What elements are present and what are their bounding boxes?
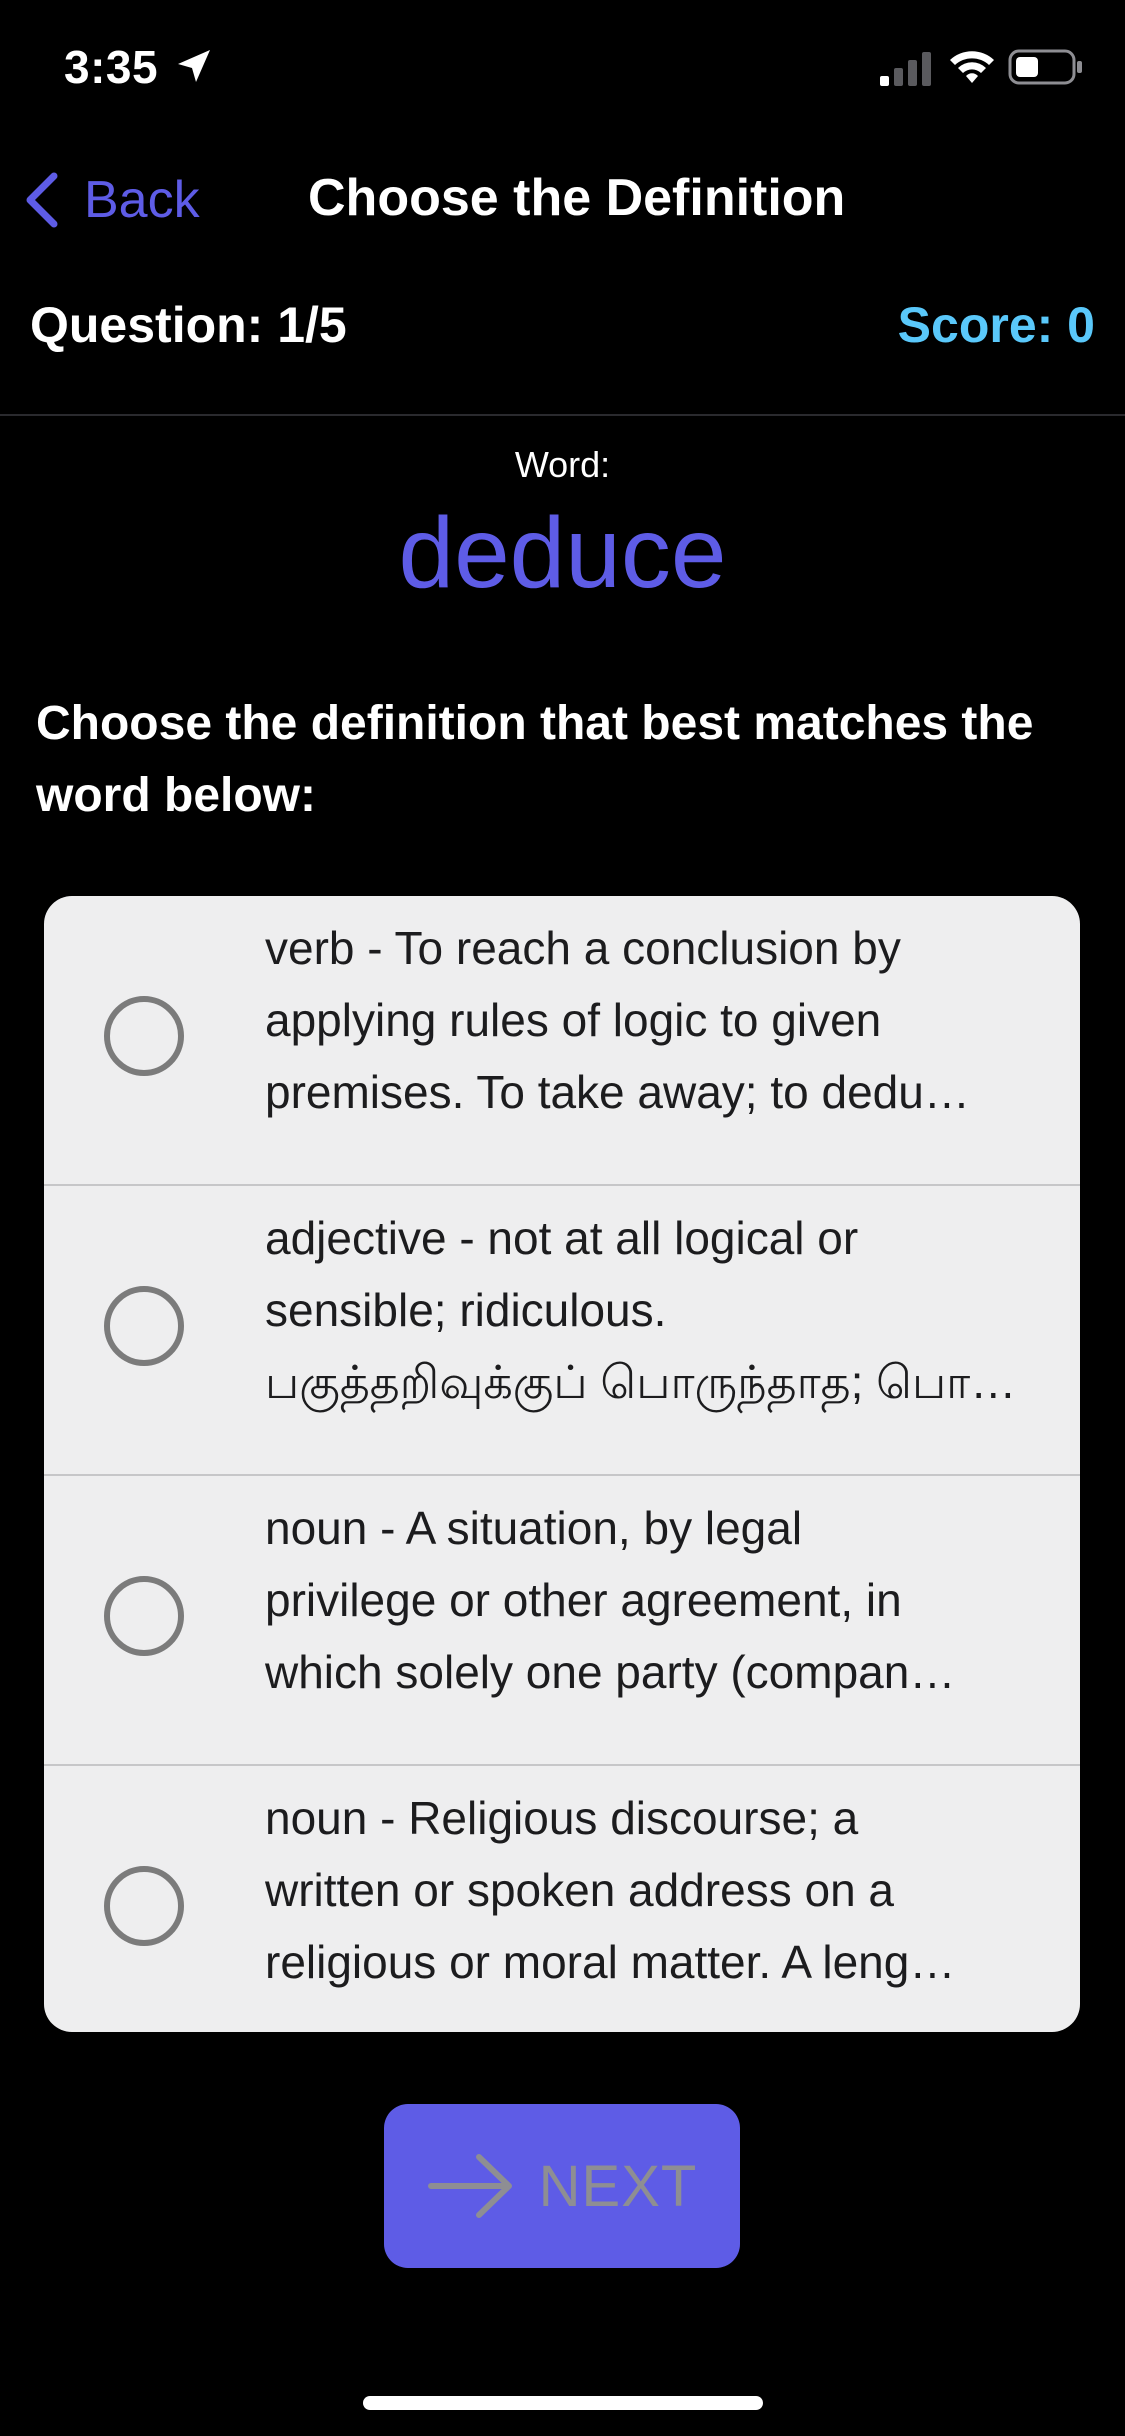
option-row[interactable]: noun - A situation, by legal privilege o…	[44, 1476, 1080, 1764]
quiz-word: deduce	[398, 497, 727, 609]
option-line: noun - Religious discourse; a	[265, 1792, 859, 1844]
instruction-text: Choose the definition that best matches …	[36, 697, 1034, 822]
radio-button-icon[interactable]	[104, 1576, 184, 1656]
location-arrow-icon	[178, 50, 210, 82]
arrow-right-icon	[427, 2154, 512, 2218]
option-row[interactable]: adjective - not at all logical or sensib…	[44, 1186, 1080, 1474]
option-text: noun - Religious discourse; a written or…	[265, 1782, 1065, 1998]
option-line: verb - To reach a conclusion by	[265, 922, 901, 974]
battery-icon	[1008, 49, 1082, 85]
question-counter: Question: 1/5	[30, 297, 347, 353]
radio-button-icon[interactable]	[104, 1866, 184, 1946]
option-line: premises. To take away; to dedu…	[265, 1066, 970, 1118]
back-label: Back	[84, 171, 200, 229]
radio-button-icon[interactable]	[104, 1286, 184, 1366]
option-line: applying rules of logic to given	[265, 994, 882, 1046]
option-text: verb - To reach a conclusion by applying…	[265, 912, 1065, 1128]
option-line: noun - A situation, by legal	[265, 1502, 803, 1554]
option-row[interactable]: verb - To reach a conclusion by applying…	[44, 896, 1080, 1184]
option-line: sensible; ridiculous.	[265, 1284, 667, 1336]
next-label: NEXT	[538, 2153, 698, 2219]
status-time: 3:35	[64, 41, 159, 93]
option-row[interactable]: noun - Religious discourse; a written or…	[44, 1766, 1080, 2032]
option-line: adjective - not at all logical or	[265, 1212, 859, 1264]
wifi-icon	[950, 51, 994, 83]
score-label: Score: 0	[897, 297, 1095, 353]
option-line: religious or moral matter. A leng…	[265, 1936, 956, 1988]
next-button[interactable]: NEXT	[384, 2104, 740, 2268]
option-line: பகுத்தறிவுக்குப் பொருந்தாத; பொ…	[265, 1356, 1017, 1408]
navigation-bar: Back Choose the Definition	[0, 150, 1125, 250]
option-text: adjective - not at all logical or sensib…	[265, 1202, 1065, 1418]
option-line: which solely one party (compan…	[265, 1646, 956, 1698]
word-caption: Word:	[514, 444, 611, 485]
status-bar: 3:35	[0, 0, 1125, 140]
radio-button-icon[interactable]	[104, 996, 184, 1076]
options-list: verb - To reach a conclusion by applying…	[44, 896, 1080, 2032]
option-line: written or spoken address on a	[265, 1864, 895, 1916]
page-title: Choose the Definition	[308, 169, 846, 227]
header-divider	[0, 414, 1125, 416]
option-line: privilege or other agreement, in	[265, 1574, 902, 1626]
option-text: noun - A situation, by legal privilege o…	[265, 1492, 1065, 1708]
chevron-left-icon	[26, 172, 58, 228]
home-indicator[interactable]	[363, 2396, 763, 2410]
cellular-signal-icon	[880, 52, 931, 86]
back-button[interactable]: Back	[22, 160, 200, 240]
